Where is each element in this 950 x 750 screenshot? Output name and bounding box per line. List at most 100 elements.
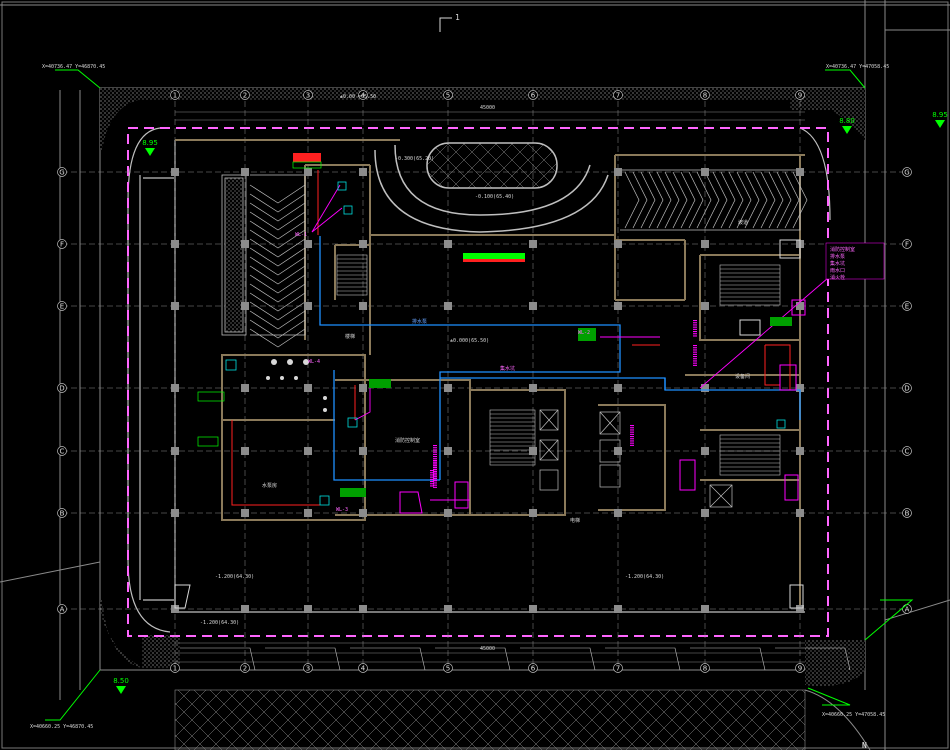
column	[304, 168, 312, 176]
label-hall: ±0.000(65.50)	[450, 338, 489, 344]
grid-row-label: D	[59, 385, 64, 393]
column	[444, 384, 452, 392]
label-elevator: 电梯	[570, 517, 580, 524]
column	[614, 168, 622, 176]
parking-stalls-bottom	[180, 647, 851, 671]
legend-item-1: 消防控制室	[830, 246, 855, 253]
column	[444, 240, 452, 248]
grid-col-label: 4	[361, 665, 366, 673]
level-bottom-left: 8.50	[113, 677, 129, 685]
ramp-right-chevrons	[624, 171, 808, 229]
elevator-shafts	[539, 409, 733, 508]
grid-row-label: C	[905, 448, 910, 456]
wl-tag-4: WL-4	[308, 359, 320, 365]
column	[359, 447, 367, 455]
pipe-tag-blue: 排水泵	[412, 318, 427, 325]
column	[529, 240, 537, 248]
grid-row-label: B	[60, 510, 65, 518]
column	[529, 447, 537, 455]
grid-row-label: F	[60, 241, 64, 249]
grid-row-label: B	[905, 510, 910, 518]
grid-col-label: 1	[173, 665, 177, 673]
grid-col-label: 2	[243, 665, 247, 673]
column	[304, 447, 312, 455]
grid-col-label: 7	[616, 665, 620, 673]
grid-col-label: 6	[531, 665, 536, 673]
label-parking-left: -1.200(64.30)	[215, 574, 254, 580]
column	[171, 447, 179, 455]
parking-fixtures	[174, 239, 804, 609]
column	[171, 384, 179, 392]
column	[304, 605, 312, 613]
grid-col-label: 2	[243, 92, 247, 100]
column	[701, 509, 709, 517]
column	[701, 168, 709, 176]
label-parking-right: -1.200(64.30)	[625, 574, 664, 580]
column	[304, 384, 312, 392]
column	[304, 240, 312, 248]
column	[359, 168, 367, 176]
building-walls	[175, 139, 805, 612]
column	[614, 605, 622, 613]
column	[614, 302, 622, 310]
coord-top-left: X=40736.47 Y=46870.45	[42, 64, 105, 70]
column	[614, 240, 622, 248]
coord-bottom-left: X=40660.25 Y=46870.45	[30, 724, 93, 730]
grid-col-label: 7	[616, 92, 620, 100]
grid-row-label: C	[60, 448, 65, 456]
column	[796, 168, 804, 176]
water-supply-pipes	[319, 236, 801, 481]
dim-top-total: 45000	[480, 105, 495, 111]
column	[529, 302, 537, 310]
column	[241, 509, 249, 517]
wl-tag-1: WL-1	[295, 232, 307, 238]
column	[359, 384, 367, 392]
grid-col-label: 8	[703, 665, 707, 673]
legend-item-2: 排水泵	[830, 253, 845, 260]
column	[241, 168, 249, 176]
column	[359, 240, 367, 248]
north-label: N	[862, 741, 867, 750]
column	[614, 384, 622, 392]
grid-row-label: G	[904, 169, 909, 177]
level-top-right: 8.80	[839, 117, 855, 125]
grid-row-label: A	[905, 606, 910, 614]
grid-col-label: 5	[446, 92, 450, 100]
column	[796, 509, 804, 517]
label-fire-room: 消防控制室	[395, 437, 420, 444]
column	[171, 240, 179, 248]
dim-bottom-total: 45000	[480, 646, 495, 652]
drain-symbols	[399, 299, 806, 514]
column	[529, 509, 537, 517]
column	[701, 302, 709, 310]
column	[304, 509, 312, 517]
column	[241, 447, 249, 455]
column	[171, 509, 179, 517]
grid-col-label: 9	[798, 92, 802, 100]
legend-item-5: 消火栓	[830, 274, 845, 281]
annotation-leaders	[311, 184, 829, 501]
grid-col-label: 8	[703, 92, 707, 100]
column	[171, 168, 179, 176]
grid-col-label: 3	[306, 665, 310, 673]
grid-row-label: F	[905, 241, 909, 249]
grid-row-label: D	[904, 385, 909, 393]
column	[701, 384, 709, 392]
column	[444, 605, 452, 613]
legend-item-3: 集水坑	[830, 260, 845, 267]
column	[359, 302, 367, 310]
label-ramp: 坡道	[738, 219, 748, 226]
column	[796, 447, 804, 455]
grid-row-label: E	[60, 303, 64, 311]
label-equip-room: 设备间	[735, 373, 750, 380]
column	[701, 240, 709, 248]
grid-col-label: 3	[306, 92, 310, 100]
column	[241, 240, 249, 248]
wl-tag-2: WL-2	[578, 330, 590, 336]
column	[529, 605, 537, 613]
label-stair: 楼梯	[345, 333, 355, 340]
grid-col-label: 9	[798, 665, 802, 673]
label-lobby: -0.100(65.40)	[475, 194, 514, 200]
column	[701, 447, 709, 455]
coord-bottom-right: X=40660.25 Y=47058.45	[822, 712, 885, 718]
